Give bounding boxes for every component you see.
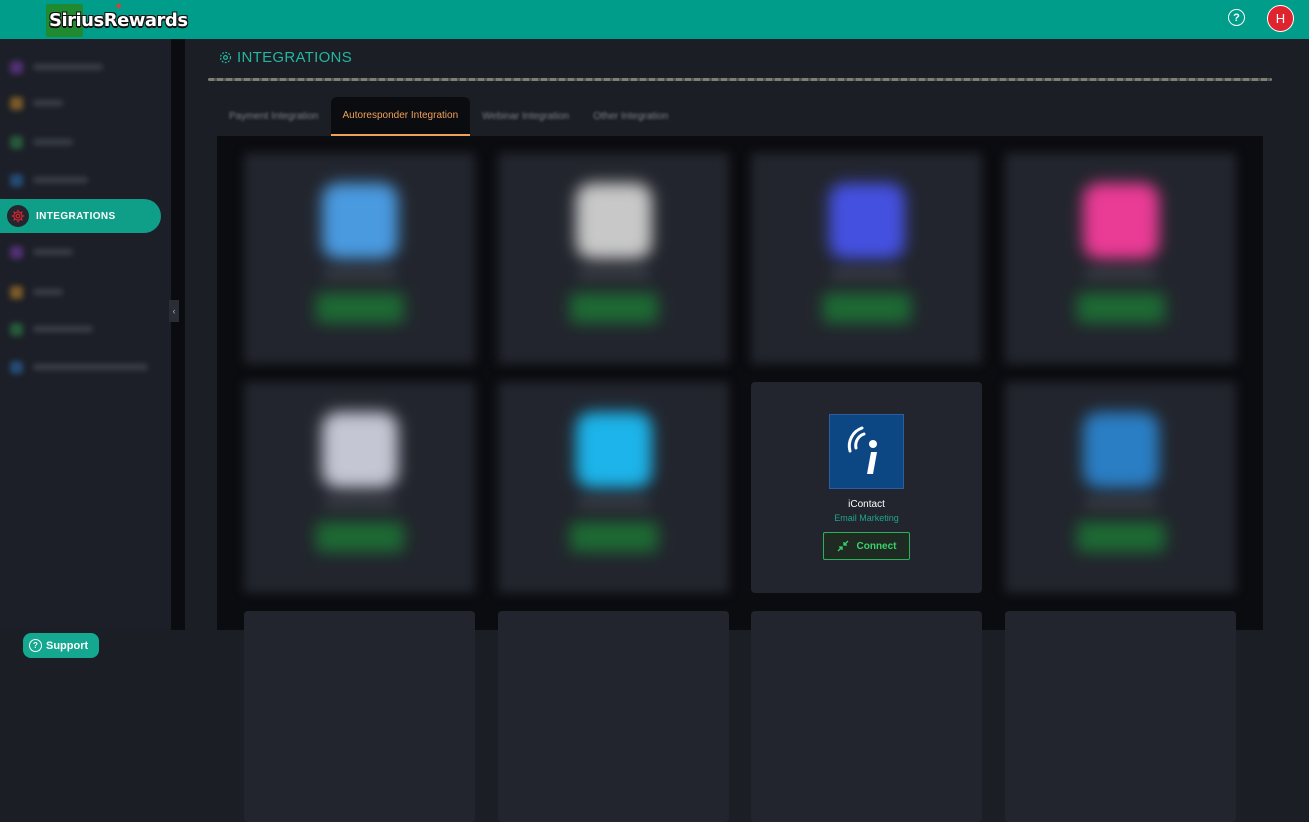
integration-card[interactable] bbox=[1005, 611, 1236, 822]
connect-button[interactable]: Connect bbox=[823, 532, 910, 560]
sidebar-item-blurred[interactable] bbox=[10, 172, 88, 188]
integration-category: Email Marketing bbox=[834, 513, 899, 523]
sidebar-item-label: INTEGRATIONS bbox=[36, 210, 116, 222]
integration-tabs: Payment Integration Autoresponder Integr… bbox=[217, 97, 680, 136]
main-content: INTEGRATIONS Payment Integration Autores… bbox=[185, 39, 1309, 822]
tab-other-integration[interactable]: Other Integration bbox=[581, 97, 680, 136]
help-icon[interactable]: ? bbox=[1228, 9, 1245, 26]
sidebar-item-blurred[interactable] bbox=[10, 359, 148, 375]
sidebar-item-blurred[interactable] bbox=[10, 321, 93, 337]
connect-label: Connect bbox=[856, 540, 897, 552]
support-button[interactable]: ? Support bbox=[23, 633, 99, 658]
tab-autoresponder-integration[interactable]: Autoresponder Integration bbox=[330, 97, 471, 136]
top-header: SiriusRewards ✦ ? H bbox=[0, 0, 1309, 39]
sidebar-item-blurred[interactable] bbox=[10, 95, 63, 111]
integration-name: iContact bbox=[848, 499, 885, 510]
app-logo[interactable]: SiriusRewards ✦ bbox=[46, 1, 188, 37]
logo-star-icon: ✦ bbox=[114, 1, 124, 13]
integration-card[interactable] bbox=[751, 153, 982, 364]
integration-card[interactable] bbox=[244, 611, 475, 822]
sidebar-item-blurred[interactable] bbox=[10, 284, 63, 300]
integration-card[interactable] bbox=[751, 611, 982, 822]
tab-payment-integration[interactable]: Payment Integration bbox=[217, 97, 331, 136]
user-avatar[interactable]: H bbox=[1267, 5, 1294, 32]
integration-card[interactable] bbox=[1005, 382, 1236, 593]
sidebar-item-integrations[interactable]: INTEGRATIONS bbox=[0, 199, 161, 233]
support-label: Support bbox=[46, 639, 89, 652]
integration-card[interactable] bbox=[244, 153, 475, 364]
sidebar-item-blurred[interactable] bbox=[10, 244, 73, 260]
sidebar-item-blurred[interactable] bbox=[10, 134, 73, 150]
question-icon: ? bbox=[29, 639, 42, 652]
compress-arrows-icon bbox=[837, 540, 848, 552]
logo-text: SiriusRewards bbox=[49, 10, 188, 31]
integrations-grid: iContact Email Marketing Connect bbox=[217, 136, 1263, 822]
page-title-text: INTEGRATIONS bbox=[237, 49, 352, 66]
tab-webinar-integration[interactable]: Webinar Integration bbox=[470, 97, 581, 136]
title-divider bbox=[208, 78, 1272, 81]
integration-card[interactable] bbox=[498, 153, 729, 364]
icontact-logo bbox=[829, 414, 904, 489]
integration-card[interactable] bbox=[498, 611, 729, 822]
integration-card[interactable] bbox=[244, 382, 475, 593]
sidebar-item-blurred[interactable] bbox=[10, 59, 103, 75]
integration-card[interactable] bbox=[1005, 153, 1236, 364]
sidebar-divider bbox=[171, 39, 185, 630]
collapse-sidebar-button[interactable]: ‹ bbox=[169, 300, 179, 322]
sidebar: INTEGRATIONS ? Support bbox=[0, 39, 171, 658]
page-title: INTEGRATIONS bbox=[218, 49, 352, 66]
integration-card-icontact: iContact Email Marketing Connect bbox=[751, 382, 982, 593]
integration-card[interactable] bbox=[498, 382, 729, 593]
gear-icon bbox=[219, 51, 232, 64]
gear-icon bbox=[7, 205, 29, 227]
